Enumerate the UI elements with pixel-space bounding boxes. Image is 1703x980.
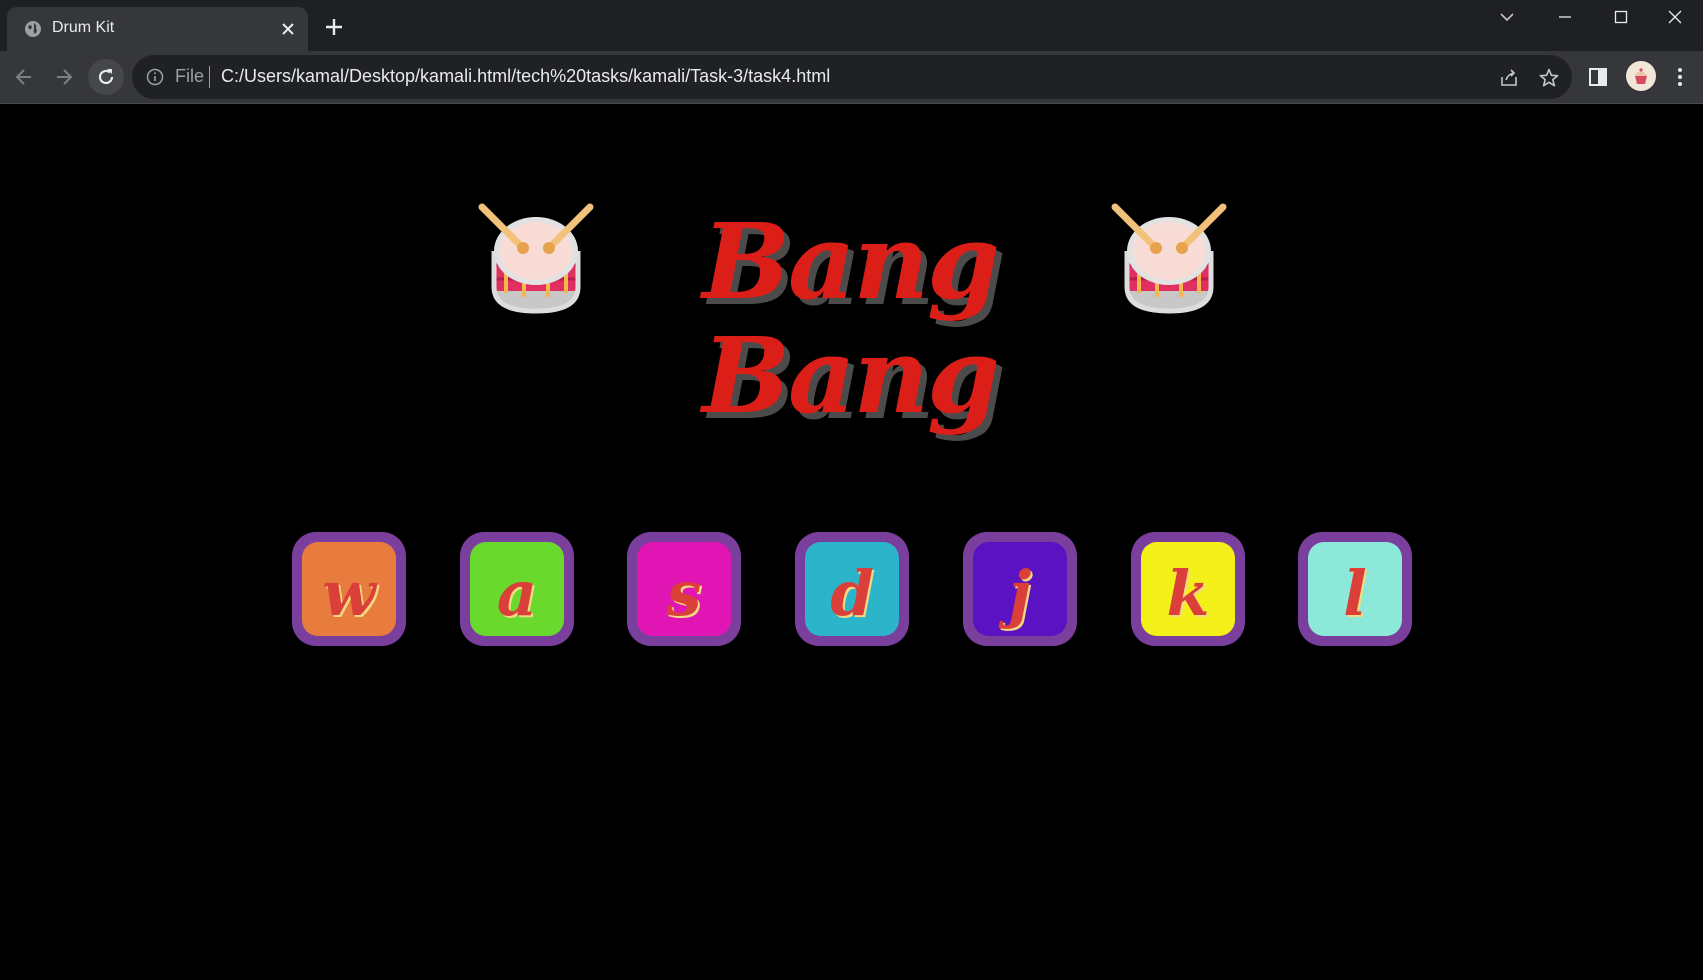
cupcake-icon	[1634, 68, 1648, 84]
drum-pad-key: s	[666, 557, 702, 630]
back-button[interactable]	[11, 64, 37, 90]
drum-pad-w[interactable]: w	[292, 532, 406, 646]
drum-pad-key: w	[322, 557, 376, 630]
arrow-left-icon	[15, 69, 31, 85]
minimize-button[interactable]	[1536, 0, 1594, 34]
tab-title: Drum Kit	[52, 19, 115, 36]
drum-pad-face[interactable]: l	[1308, 542, 1402, 636]
drum-pads: w a s d j k l	[292, 532, 1412, 646]
drum-pad-key: a	[496, 557, 538, 630]
browser-menu-button[interactable]	[1667, 64, 1693, 90]
url-scheme-label: File	[175, 66, 205, 86]
drum-pad-d[interactable]: d	[795, 532, 909, 646]
close-tab-icon[interactable]	[279, 20, 297, 38]
close-icon	[1668, 10, 1682, 24]
side-panel-icon	[1589, 68, 1607, 86]
drum-pad-key: k	[1166, 557, 1210, 630]
drum-pad-key: j	[1008, 557, 1032, 630]
drum-pad-s[interactable]: s	[627, 532, 741, 646]
drum-pad-j[interactable]: j	[963, 532, 1077, 646]
globe-icon	[25, 21, 41, 37]
browser-toolbar: File C:/Users/kamal/Desktop/kamali.html/…	[0, 51, 1703, 104]
close-window-button[interactable]	[1646, 0, 1703, 34]
tab-search-button[interactable]	[1478, 0, 1536, 34]
address-bar[interactable]: File C:/Users/kamal/Desktop/kamali.html/…	[132, 55, 1572, 99]
drum-pad-face[interactable]: d	[805, 542, 899, 636]
drum-pad-face[interactable]: j	[973, 542, 1067, 636]
minimize-icon	[1559, 16, 1571, 18]
arrow-right-icon	[57, 69, 73, 85]
new-tab-icon[interactable]	[324, 17, 344, 37]
reload-icon	[98, 69, 114, 85]
kebab-menu-icon	[1678, 68, 1682, 86]
maximize-icon	[1614, 10, 1628, 24]
share-icon[interactable]	[1498, 67, 1520, 89]
reload-icon-wrap[interactable]	[93, 64, 119, 90]
forward-button[interactable]	[51, 64, 77, 90]
profile-avatar[interactable]	[1626, 61, 1656, 91]
drum-pad-k[interactable]: k	[1131, 532, 1245, 646]
drum-pad-a[interactable]: a	[460, 532, 574, 646]
page-content: Bang Bang w a s d j k l	[0, 105, 1703, 980]
url-text[interactable]: C:/Users/kamal/Desktop/kamali.html/tech%…	[221, 66, 830, 87]
chevron-down-icon	[1500, 13, 1514, 22]
browser-tab[interactable]: Drum Kit	[7, 7, 308, 51]
drum-pad-face[interactable]: w	[302, 542, 396, 636]
maximize-button[interactable]	[1592, 0, 1650, 34]
drum-pad-face[interactable]: a	[470, 542, 564, 636]
url-separator	[209, 66, 210, 88]
drum-pad-l[interactable]: l	[1298, 532, 1412, 646]
drum-with-drumsticks-icon	[1111, 203, 1227, 314]
side-panel-button[interactable]	[1585, 64, 1611, 90]
page-title: Bang Bang	[702, 200, 1000, 438]
drum-pad-face[interactable]: s	[637, 542, 731, 636]
drum-pad-key: l	[1343, 557, 1367, 630]
drum-pad-key: d	[830, 557, 874, 630]
browser-tab-strip: Drum Kit	[0, 0, 1703, 51]
drum-with-drumsticks-icon	[478, 203, 594, 314]
info-icon[interactable]	[146, 68, 164, 86]
bookmark-star-icon[interactable]	[1538, 67, 1560, 89]
drum-pad-face[interactable]: k	[1141, 542, 1235, 636]
